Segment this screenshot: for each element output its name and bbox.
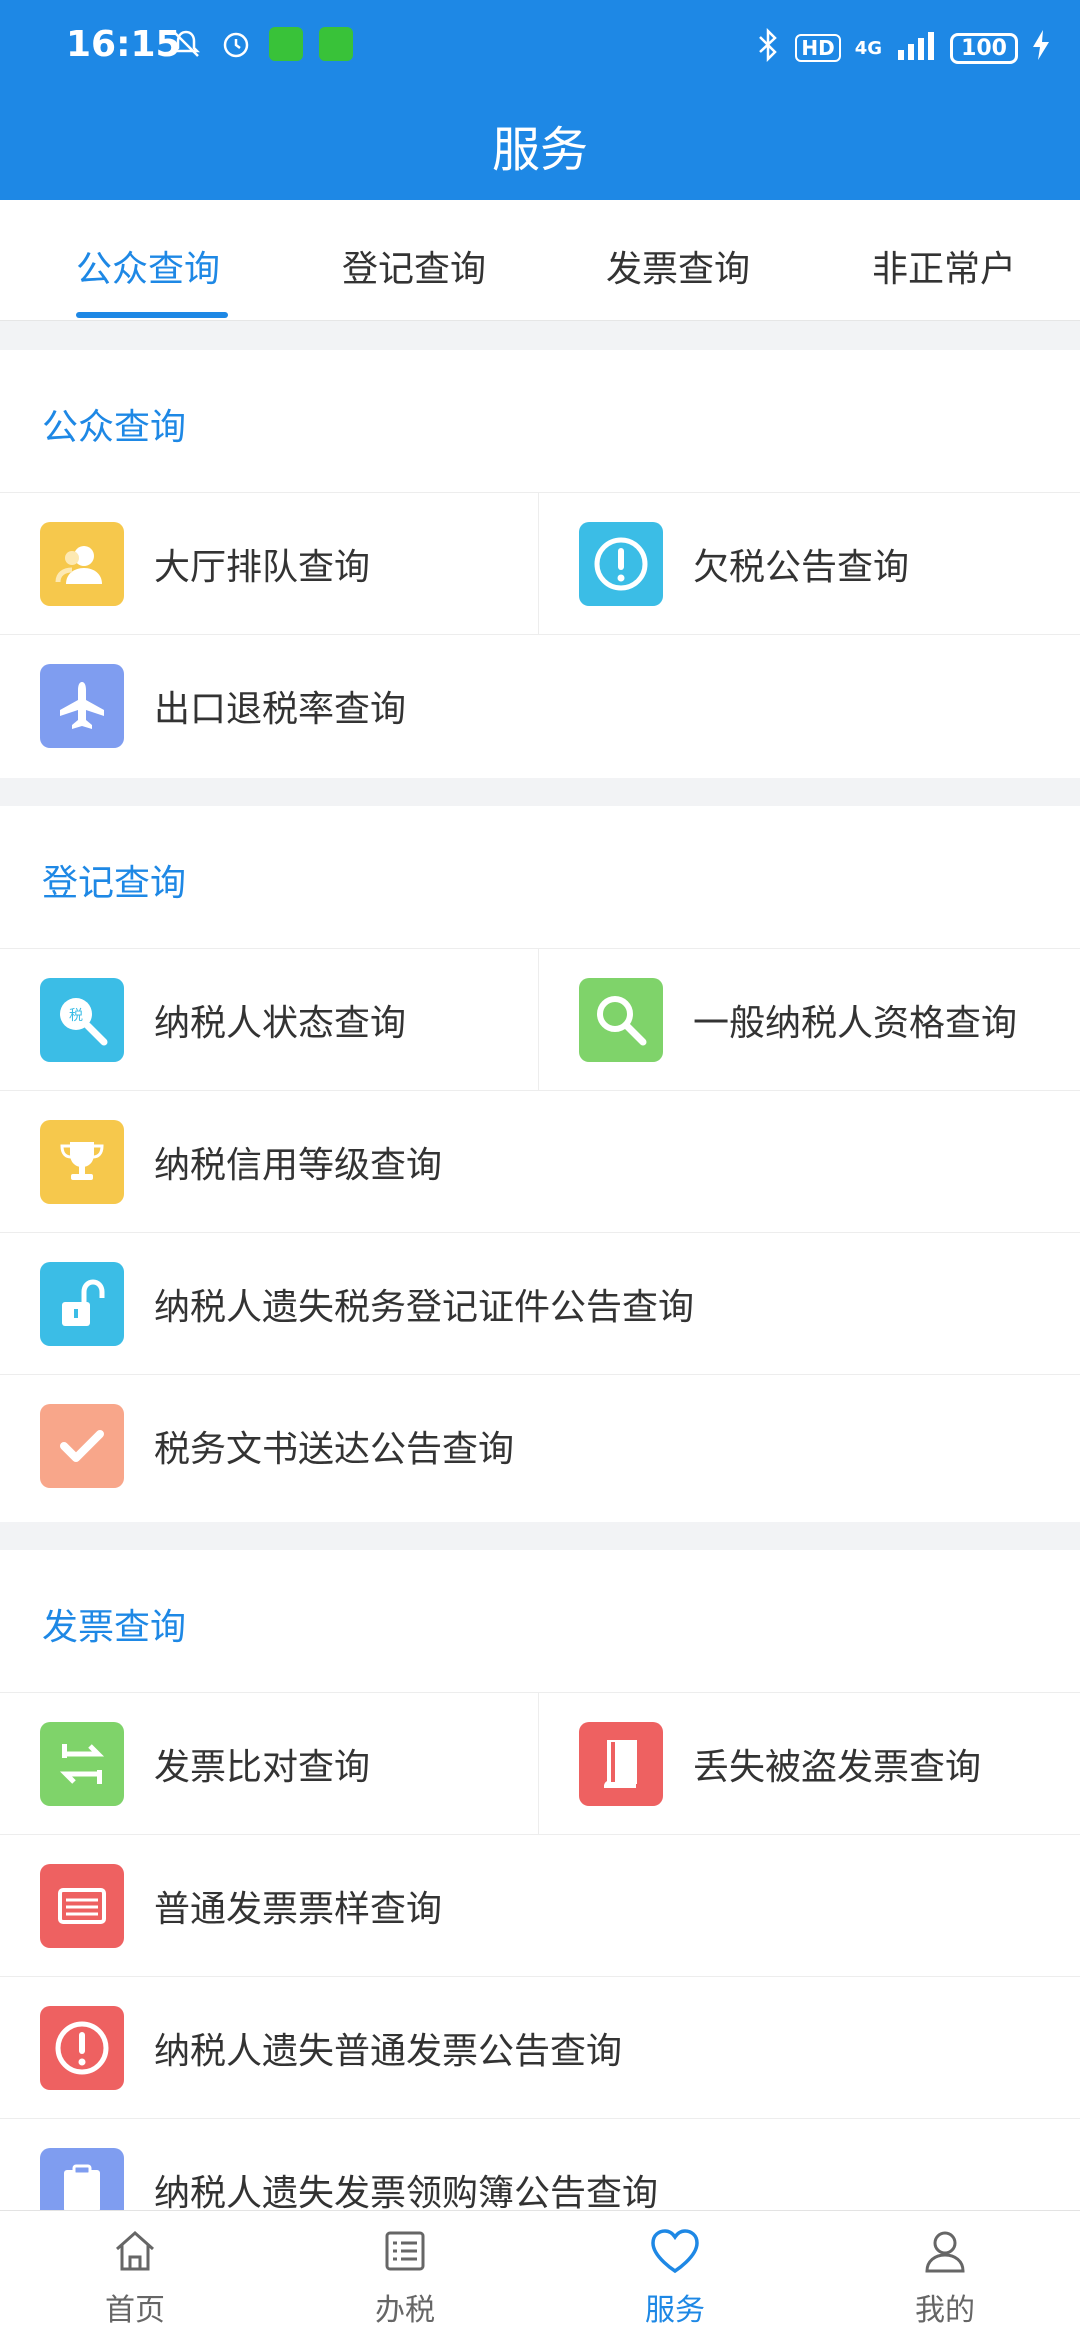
network-type: 4G (854, 37, 883, 59)
app-notification-icon (268, 26, 304, 62)
menu-item-label: 税务文书送达公告查询 (154, 1429, 515, 1470)
menu-row: 普通发票票样查询 (0, 1834, 1080, 1977)
menu-item-label: 丢失被盗发票查询 (693, 1747, 982, 1788)
nav-services[interactable]: 服务 (540, 2225, 810, 2329)
menu-item-label: 欠税公告查询 (693, 547, 910, 588)
status-left-icons (168, 26, 354, 62)
section-registration-query: 登记查询 税 纳税人状态查询 一般纳税人资格查询 纳税信用等级查询 纳税人遗失税… (0, 806, 1080, 1522)
check-icon (40, 1404, 124, 1488)
active-tab-indicator (76, 312, 228, 318)
charging-icon (1032, 30, 1050, 66)
user-icon (919, 2225, 971, 2277)
invoice-icon (40, 1864, 124, 1948)
menu-item-label: 纳税信用等级查询 (154, 1145, 443, 1186)
menu-item-label: 纳税人遗失税务登记证件公告查询 (154, 1287, 695, 1328)
menu-row: 纳税人遗失普通发票公告查询 (0, 1976, 1080, 2119)
menu-row: 纳税人遗失税务登记证件公告查询 (0, 1232, 1080, 1375)
menu-row: 纳税信用等级查询 (0, 1090, 1080, 1233)
list-icon (379, 2225, 431, 2277)
status-right-icons: HD 4G 100 (755, 27, 1050, 68)
menu-item-general-taxpayer-qualification[interactable]: 一般纳税人资格查询 (539, 949, 1080, 1091)
bluetooth-icon (755, 27, 781, 68)
bottom-navigation: 首页 办税 服务 我的 (0, 2210, 1080, 2341)
alert-icon (40, 2006, 124, 2090)
menu-row: 大厅排队查询 欠税公告查询 (0, 492, 1080, 635)
nav-label: 首页 (105, 2293, 165, 2328)
bell-off-icon (168, 26, 204, 62)
tab-abnormal-accounts[interactable]: 非正常户 (872, 240, 1016, 292)
menu-item-label: 纳税人遗失发票领购簿公告查询 (154, 2173, 659, 2214)
trophy-icon (40, 1120, 124, 1204)
menu-item-invoice-comparison[interactable]: 发票比对查询 (0, 1693, 538, 1835)
unlock-icon (40, 1262, 124, 1346)
alarm-icon (218, 26, 254, 62)
section-public-query: 公众查询 大厅排队查询 欠税公告查询 出口退税率查询 (0, 350, 1080, 778)
section-title: 登记查询 (42, 863, 187, 904)
section-title: 发票查询 (42, 1607, 187, 1648)
menu-item-export-rebate-rate[interactable]: 出口退税率查询 (0, 635, 1080, 777)
menu-item-label: 发票比对查询 (154, 1747, 371, 1788)
battery-level: 100 (950, 32, 1018, 64)
compare-icon (40, 1722, 124, 1806)
tax-search-icon: 税 (40, 978, 124, 1062)
hd-badge: HD (795, 34, 841, 62)
status-time: 16:15 (66, 24, 181, 65)
menu-item-hall-queue[interactable]: 大厅排队查询 (0, 493, 538, 635)
status-bar: 16:15 HD 4G 100 (0, 0, 1080, 100)
nav-profile[interactable]: 我的 (810, 2225, 1080, 2329)
menu-item-lost-ordinary-invoice[interactable]: 纳税人遗失普通发票公告查询 (0, 1977, 1080, 2119)
menu-row: 税 纳税人状态查询 一般纳税人资格查询 (0, 948, 1080, 1091)
menu-item-label: 普通发票票样查询 (154, 1889, 443, 1930)
menu-item-label: 纳税人状态查询 (154, 1003, 407, 1044)
search-icon (579, 978, 663, 1062)
app-header: 16:15 HD 4G 100 服务 (0, 0, 1080, 200)
svg-text:税: 税 (69, 1008, 83, 1024)
menu-item-label: 大厅排队查询 (154, 547, 371, 588)
app-notification-icon (318, 26, 354, 62)
heart-icon (649, 2225, 701, 2277)
section-title: 公众查询 (42, 407, 187, 448)
tab-invoice-query[interactable]: 发票查询 (606, 240, 750, 292)
menu-item-label: 纳税人遗失普通发票公告查询 (154, 2031, 623, 2072)
menu-item-tax-credit-rating[interactable]: 纳税信用等级查询 (0, 1091, 1080, 1233)
nav-home[interactable]: 首页 (0, 2225, 270, 2329)
menu-item-label: 一般纳税人资格查询 (693, 1003, 1018, 1044)
nav-label: 服务 (645, 2293, 705, 2328)
menu-item-lost-registration-certificate[interactable]: 纳税人遗失税务登记证件公告查询 (0, 1233, 1080, 1375)
section-invoice-query: 发票查询 发票比对查询 丢失被盗发票查询 普通发票票样查询 纳税人遗失普通发票公… (0, 1550, 1080, 2232)
menu-item-lost-stolen-invoice[interactable]: 丢失被盗发票查询 (539, 1693, 1080, 1835)
nav-tax-handling[interactable]: 办税 (270, 2225, 540, 2329)
tab-registration-query[interactable]: 登记查询 (342, 240, 486, 292)
tab-public-query[interactable]: 公众查询 (76, 240, 220, 292)
menu-item-tax-arrears[interactable]: 欠税公告查询 (539, 493, 1080, 635)
menu-row: 发票比对查询 丢失被盗发票查询 (0, 1692, 1080, 1835)
signal-icon (896, 30, 936, 66)
menu-row: 税务文书送达公告查询 (0, 1374, 1080, 1517)
airplane-icon (40, 664, 124, 748)
page-title: 服务 (491, 122, 588, 178)
nav-label: 我的 (915, 2293, 975, 2328)
home-icon (109, 2225, 161, 2277)
menu-item-tax-document-delivery[interactable]: 税务文书送达公告查询 (0, 1375, 1080, 1517)
menu-item-label: 出口退税率查询 (154, 689, 407, 730)
book-icon (579, 1722, 663, 1806)
users-icon (40, 522, 124, 606)
category-tabs: 公众查询 登记查询 发票查询 非正常户 (0, 200, 1080, 321)
alert-icon (579, 522, 663, 606)
menu-item-invoice-sample[interactable]: 普通发票票样查询 (0, 1835, 1080, 1977)
nav-label: 办税 (375, 2293, 435, 2328)
menu-item-taxpayer-status[interactable]: 税 纳税人状态查询 (0, 949, 538, 1091)
menu-row: 出口退税率查询 (0, 634, 1080, 777)
